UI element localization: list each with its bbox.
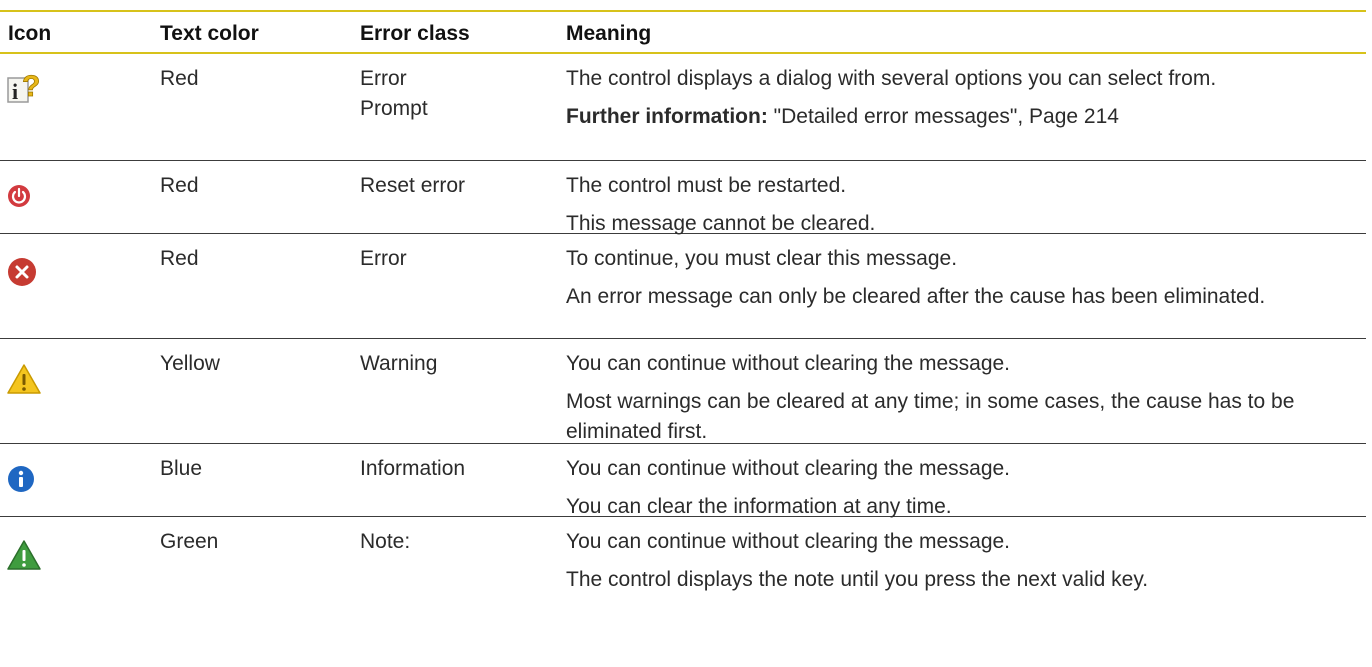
further-info-link[interactable]: "Detailed error messages", Page 214 — [768, 105, 1119, 128]
table-row: Green Note: You can continue without cle… — [0, 517, 1366, 597]
further-info: Further information: "Detailed error mes… — [566, 105, 1119, 128]
error-class: Reset error — [360, 174, 466, 197]
meaning-line: The control displays a dialog with sever… — [566, 67, 1217, 90]
error-class: Warning — [360, 352, 438, 375]
text-color: Green — [160, 530, 219, 553]
meaning: To continue, you must clear this message… — [566, 247, 1266, 308]
header-error-class: Error class — [360, 22, 470, 45]
error-icons-table: Icon Text color Error class Meaning i ? … — [0, 10, 1366, 597]
error-class: Error Prompt — [360, 67, 428, 120]
meaning: You can continue without clearing the me… — [566, 352, 1295, 443]
table-row: i ? Red Error Prompt The control display… — [0, 54, 1366, 161]
table-row: Red Error To continue, you must clear th… — [0, 234, 1366, 339]
text-color: Yellow — [160, 352, 220, 375]
meaning: You can continue without clearing the me… — [566, 530, 1149, 591]
table-row: Yellow Warning You can continue without … — [0, 339, 1366, 444]
svg-text:?: ? — [22, 70, 40, 103]
text-color: Blue — [160, 457, 203, 480]
meaning: The control displays a dialog with sever… — [566, 64, 1336, 140]
info-question-icon: i ? — [6, 68, 44, 106]
error-x-icon — [6, 256, 38, 288]
header-meaning: Meaning — [566, 22, 652, 45]
text-color: Red — [160, 174, 199, 197]
error-class: Note: — [360, 530, 411, 553]
error-class: Error — [360, 247, 407, 270]
info-blue-icon — [6, 464, 36, 494]
text-color: Red — [160, 67, 199, 90]
warning-yellow-icon — [6, 363, 42, 395]
error-class: Information — [360, 457, 466, 480]
header-icon: Icon — [8, 22, 52, 45]
table-header: Icon Text color Error class Meaning — [0, 10, 1366, 54]
table-row: Red Reset error The control must be rest… — [0, 161, 1366, 235]
header-text-color: Text color — [160, 22, 259, 45]
power-reset-icon — [6, 183, 32, 209]
text-color: Red — [160, 247, 199, 270]
warning-green-icon — [6, 539, 42, 571]
svg-text:i: i — [12, 79, 18, 104]
table-row: Blue Information You can continue withou… — [0, 444, 1366, 518]
